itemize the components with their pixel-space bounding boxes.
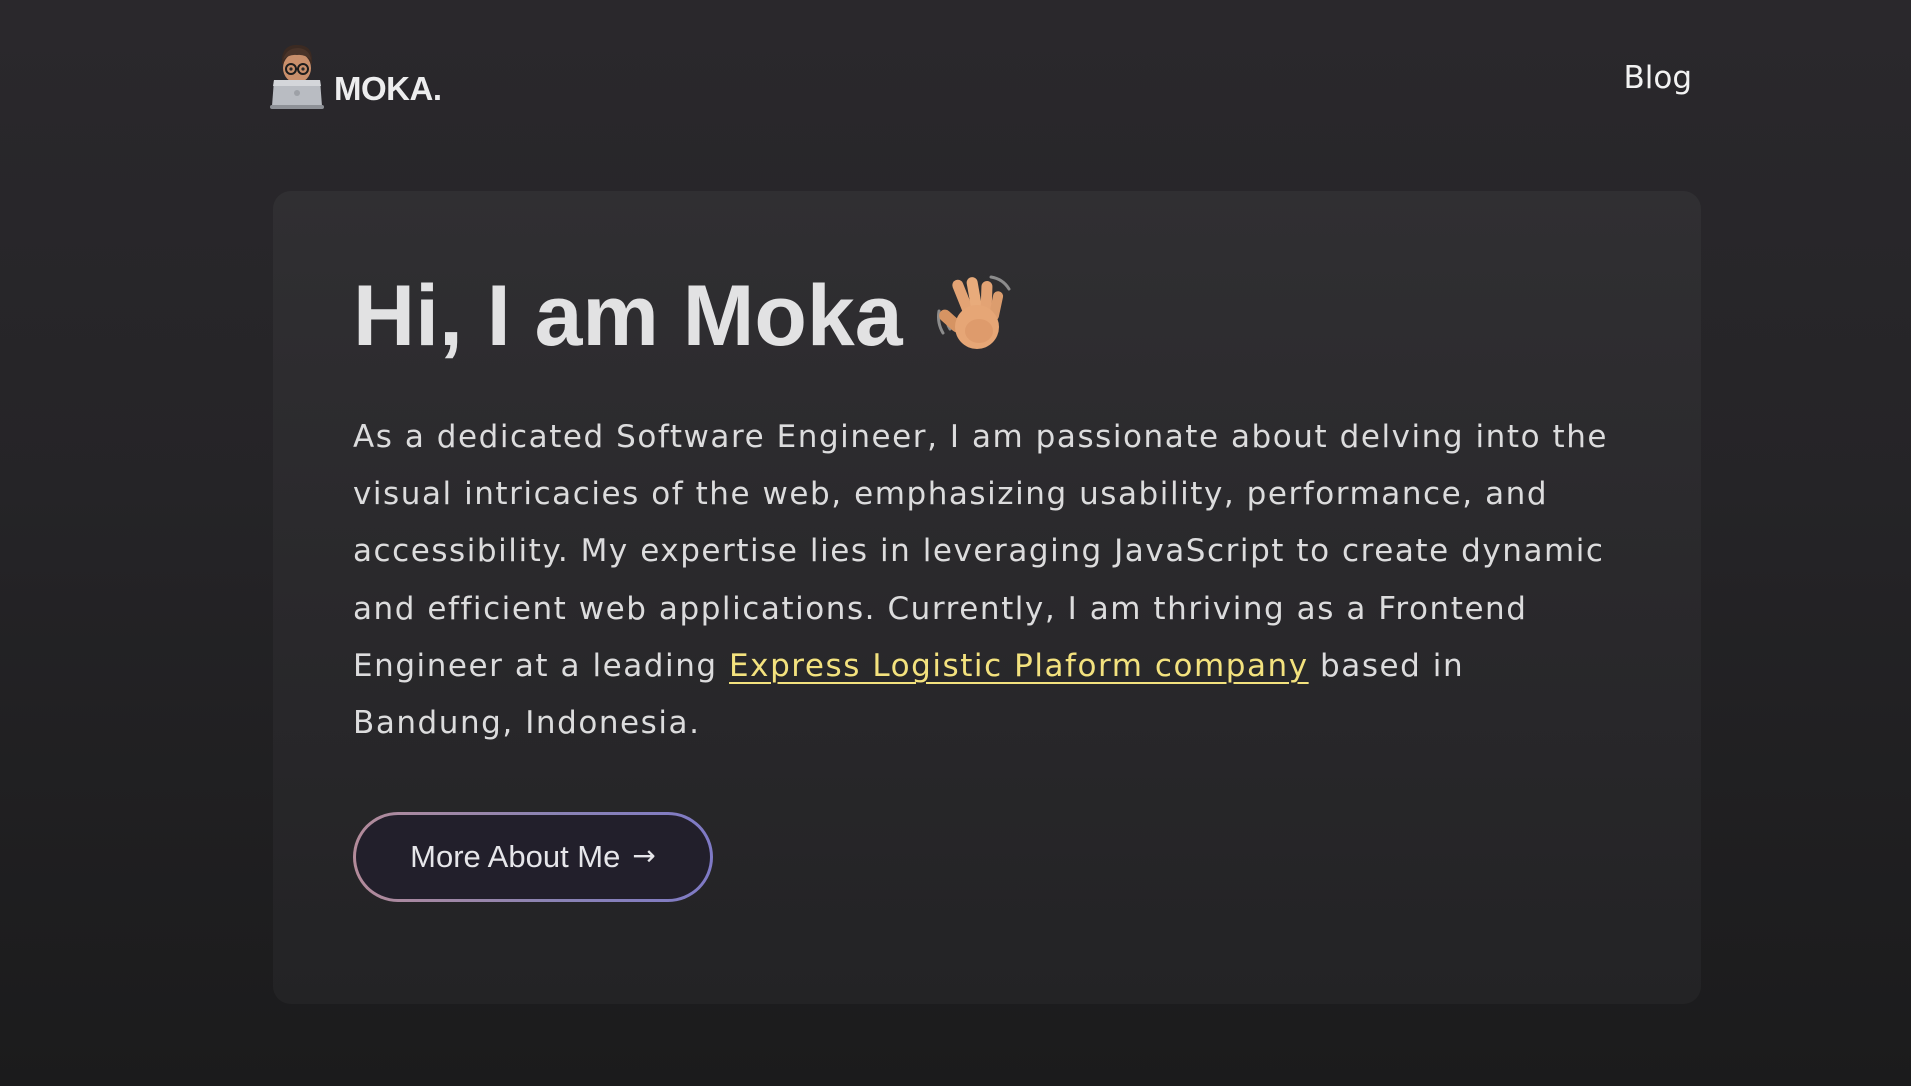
hero-title-text: Hi, I am Moka [353, 268, 903, 364]
hero-card: Hi, I am Moka As a dedicated Software En… [273, 191, 1701, 1004]
hero-description-text: As a dedicated Software Engineer, I am p… [353, 419, 1609, 684]
logo[interactable]: MOKA. [270, 38, 442, 110]
site-header: MOKA. Blog [270, 38, 1692, 110]
more-about-me-button[interactable]: More About Me → [353, 812, 713, 902]
memoji-laptop-icon [270, 42, 324, 110]
waving-hand-icon [931, 271, 1017, 357]
more-about-me-label: More About Me [410, 839, 621, 874]
hero-description: As a dedicated Software Engineer, I am p… [353, 409, 1628, 752]
nav-link-blog[interactable]: Blog [1623, 60, 1692, 96]
company-link[interactable]: Express Logistic Plaform company [729, 648, 1309, 684]
more-about-me-button-body[interactable]: More About Me → [356, 815, 710, 899]
logo-text: MOKA. [334, 70, 442, 107]
arrow-right-icon: → [632, 838, 656, 872]
hero-title: Hi, I am Moka [353, 261, 1017, 371]
